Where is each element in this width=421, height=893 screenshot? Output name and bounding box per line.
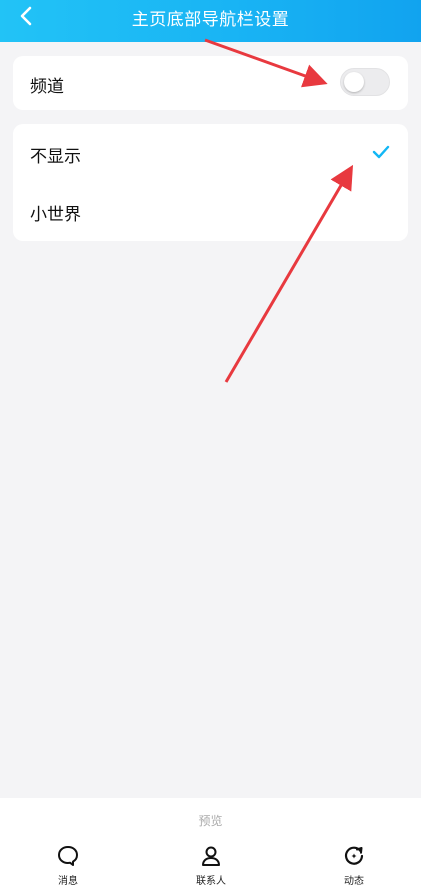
nav-item-messages: 消息	[38, 844, 98, 889]
preview-label: 预览	[198, 814, 223, 828]
option-label: 不显示	[30, 147, 81, 167]
option-small-world[interactable]: 小世界	[13, 182, 408, 240]
channel-toggle[interactable]	[340, 68, 390, 96]
person-icon	[202, 846, 220, 866]
message-bubble-icon	[58, 846, 78, 866]
option-label: 小世界	[30, 205, 81, 225]
option-hide[interactable]: 不显示	[13, 124, 408, 182]
display-options-card: 不显示 小世界	[13, 124, 408, 241]
checkmark-icon	[372, 145, 390, 159]
header-bar: 主页底部导航栏设置	[0, 0, 421, 42]
nav-item-feeds: 动态	[324, 844, 384, 889]
page-title: 主页底部导航栏设置	[131, 10, 290, 30]
nav-label-messages: 消息	[58, 876, 78, 887]
nav-item-contacts: 联系人	[181, 844, 241, 889]
nav-label-feeds: 动态	[344, 876, 364, 887]
preview-panel: 预览 消息 联系人 动态	[0, 798, 421, 893]
nav-label-contacts: 联系人	[196, 876, 226, 887]
toggle-knob	[344, 72, 364, 92]
channel-setting-card: 频道	[13, 56, 408, 110]
channel-label: 频道	[30, 77, 64, 97]
refresh-star-icon	[344, 846, 364, 865]
